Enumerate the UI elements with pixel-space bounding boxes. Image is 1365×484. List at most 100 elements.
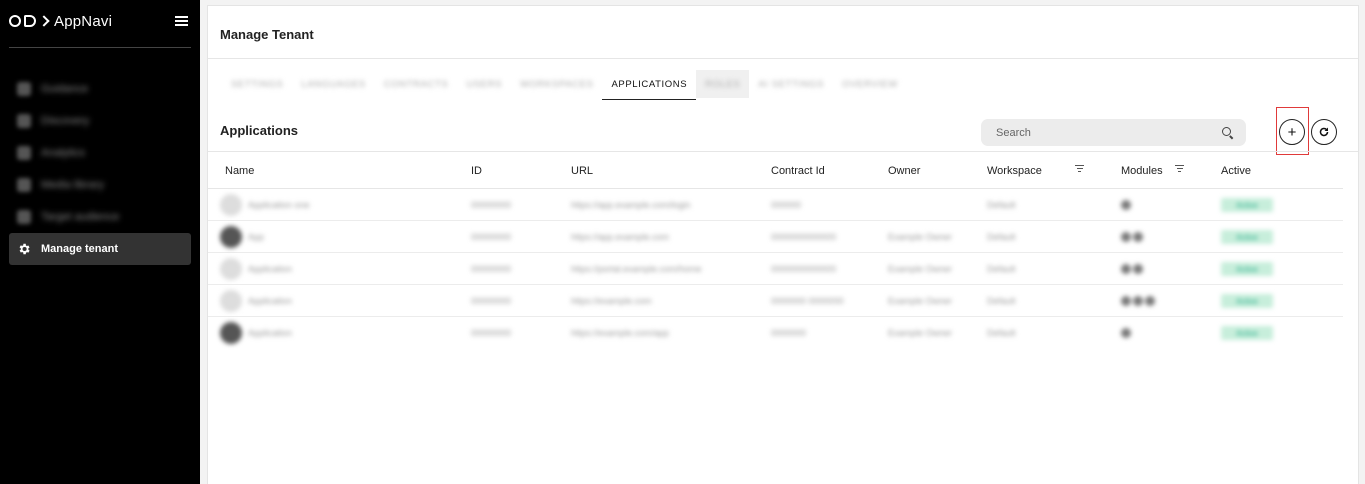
status-badge: Active bbox=[1221, 198, 1273, 212]
search-box bbox=[981, 119, 1246, 146]
target-icon bbox=[17, 210, 31, 224]
page-title: Manage Tenant bbox=[220, 27, 314, 42]
cell-active: Active bbox=[1221, 221, 1273, 253]
search-icon[interactable] bbox=[1222, 126, 1234, 139]
module-icon bbox=[1133, 232, 1143, 242]
app-name: Application bbox=[248, 328, 293, 338]
table-row[interactable]: App 00000000 https://app.example.com 000000… bbox=[208, 221, 1343, 253]
sidebar-item-label: Guidance bbox=[41, 83, 89, 95]
cell-url: https://app.example.com/login bbox=[571, 200, 691, 210]
cell-contract: 0000000 bbox=[771, 328, 807, 338]
sidebar-item-media-library[interactable]: Media library bbox=[9, 169, 191, 201]
module-icon bbox=[1133, 264, 1143, 274]
sidebar-item-discovery[interactable]: Discovery bbox=[9, 105, 191, 137]
tab-settings[interactable]: SETTINGS bbox=[222, 70, 292, 98]
column-name[interactable]: Name bbox=[225, 153, 254, 189]
column-workspace[interactable]: Workspace bbox=[987, 153, 1042, 189]
tab-label: LANGUAGES bbox=[301, 78, 366, 90]
status-badge: Active bbox=[1221, 294, 1273, 308]
appnavi-logo bbox=[9, 15, 50, 27]
cell-workspace: Default bbox=[987, 296, 1016, 306]
table-row[interactable]: Application 00000000 https://example.com/a… bbox=[208, 317, 1343, 349]
cell-modules bbox=[1121, 285, 1157, 317]
table-body: Application one 00000000 https://app.examp… bbox=[208, 189, 1343, 349]
cell-name: Application bbox=[220, 253, 292, 285]
avatar bbox=[220, 194, 242, 216]
tab-label: AI SETTINGS bbox=[758, 78, 825, 90]
cell-active: Active bbox=[1221, 253, 1273, 285]
tab-label: SETTINGS bbox=[231, 78, 284, 90]
refresh-button[interactable] bbox=[1311, 119, 1337, 145]
app-name: App bbox=[248, 232, 265, 242]
sidebar-divider bbox=[9, 47, 191, 48]
column-id[interactable]: ID bbox=[471, 153, 482, 189]
column-owner[interactable]: Owner bbox=[888, 153, 920, 189]
cell-id: 00000000 bbox=[471, 264, 512, 274]
tab-languages[interactable]: LANGUAGES bbox=[292, 70, 375, 98]
avatar bbox=[220, 322, 242, 344]
cell-owner: Example Owner bbox=[888, 264, 953, 274]
guidance-icon bbox=[17, 82, 31, 96]
tab-applications[interactable]: APPLICATIONS bbox=[602, 70, 696, 100]
sidebar-item-label: Manage tenant bbox=[41, 243, 119, 255]
column-contract-id[interactable]: Contract Id bbox=[771, 153, 825, 189]
brand[interactable]: AppNavi bbox=[9, 10, 112, 32]
table-divider bbox=[208, 151, 1358, 152]
sidebar-item-guidance[interactable]: Guidance bbox=[9, 73, 191, 105]
cell-workspace: Default bbox=[987, 264, 1016, 274]
cell-id: 00000000 bbox=[471, 328, 512, 338]
menu-icon[interactable] bbox=[175, 16, 188, 26]
status-badge: Active bbox=[1221, 262, 1273, 276]
cell-workspace: Default bbox=[987, 232, 1016, 242]
cell-id: 00000000 bbox=[471, 232, 512, 242]
cell-owner: Example Owner bbox=[888, 232, 953, 242]
cell-modules bbox=[1121, 221, 1145, 253]
search-input[interactable] bbox=[996, 126, 1222, 139]
refresh-icon bbox=[1319, 127, 1329, 137]
tab-ai-settings[interactable]: AI SETTINGS bbox=[749, 70, 833, 98]
cell-modules bbox=[1121, 317, 1133, 349]
tab-users[interactable]: USERS bbox=[457, 70, 511, 98]
cell-name: App bbox=[220, 221, 264, 253]
module-icon bbox=[1121, 200, 1131, 210]
column-modules[interactable]: Modules bbox=[1121, 153, 1163, 189]
column-active[interactable]: Active bbox=[1221, 153, 1251, 189]
cell-url: https://app.example.com bbox=[571, 232, 670, 242]
tab-workspaces[interactable]: WORKSPACES bbox=[511, 70, 602, 98]
module-icon bbox=[1121, 232, 1131, 242]
cell-active: Active bbox=[1221, 317, 1273, 349]
table-row[interactable]: Application one 00000000 https://app.examp… bbox=[208, 189, 1343, 221]
sidebar-item-label: Media library bbox=[41, 179, 104, 191]
cell-contract: 0000000000000 bbox=[771, 232, 837, 242]
modules-filter-icon[interactable] bbox=[1175, 165, 1184, 172]
cell-contract: 0000000000000 bbox=[771, 264, 837, 274]
sidebar-item-label: Analytics bbox=[41, 147, 86, 159]
table-row[interactable]: Application 00000000 https://portal.exampl… bbox=[208, 253, 1343, 285]
module-icon bbox=[1145, 296, 1155, 306]
discovery-icon bbox=[17, 114, 31, 128]
cell-url: https://example.com/app bbox=[571, 328, 670, 338]
sidebar: AppNavi Guidance Discovery Analytics Med… bbox=[0, 0, 200, 484]
tab-bar: SETTINGS LANGUAGES CONTRACTS USERS WORKS… bbox=[222, 70, 907, 100]
sidebar-item-label: Target audience bbox=[41, 211, 120, 223]
cell-workspace: Default bbox=[987, 328, 1016, 338]
table-row[interactable]: Application 00000000 https://example.com 00… bbox=[208, 285, 1343, 317]
sidebar-item-target-audience[interactable]: Target audience bbox=[9, 201, 191, 233]
tab-roles[interactable]: ROLES bbox=[696, 70, 750, 98]
cell-id: 00000000 bbox=[471, 296, 512, 306]
add-application-button[interactable]: + bbox=[1279, 119, 1305, 145]
tab-label: USERS bbox=[466, 78, 503, 90]
sidebar-item-analytics[interactable]: Analytics bbox=[9, 137, 191, 169]
column-url[interactable]: URL bbox=[571, 153, 593, 189]
status-badge: Active bbox=[1221, 326, 1273, 340]
tab-contracts[interactable]: CONTRACTS bbox=[375, 70, 458, 98]
workspace-filter-icon[interactable] bbox=[1075, 165, 1084, 172]
main-panel: Manage Tenant SETTINGS LANGUAGES CONTRAC… bbox=[207, 5, 1359, 484]
tab-overview[interactable]: OVERVIEW bbox=[833, 70, 907, 98]
status-badge: Active bbox=[1221, 230, 1273, 244]
sidebar-item-manage-tenant[interactable]: Manage tenant bbox=[9, 233, 191, 265]
cell-active: Active bbox=[1221, 189, 1273, 221]
cell-active: Active bbox=[1221, 285, 1273, 317]
sidebar-item-label: Discovery bbox=[41, 115, 90, 127]
cell-contract: 000000 bbox=[771, 200, 802, 210]
